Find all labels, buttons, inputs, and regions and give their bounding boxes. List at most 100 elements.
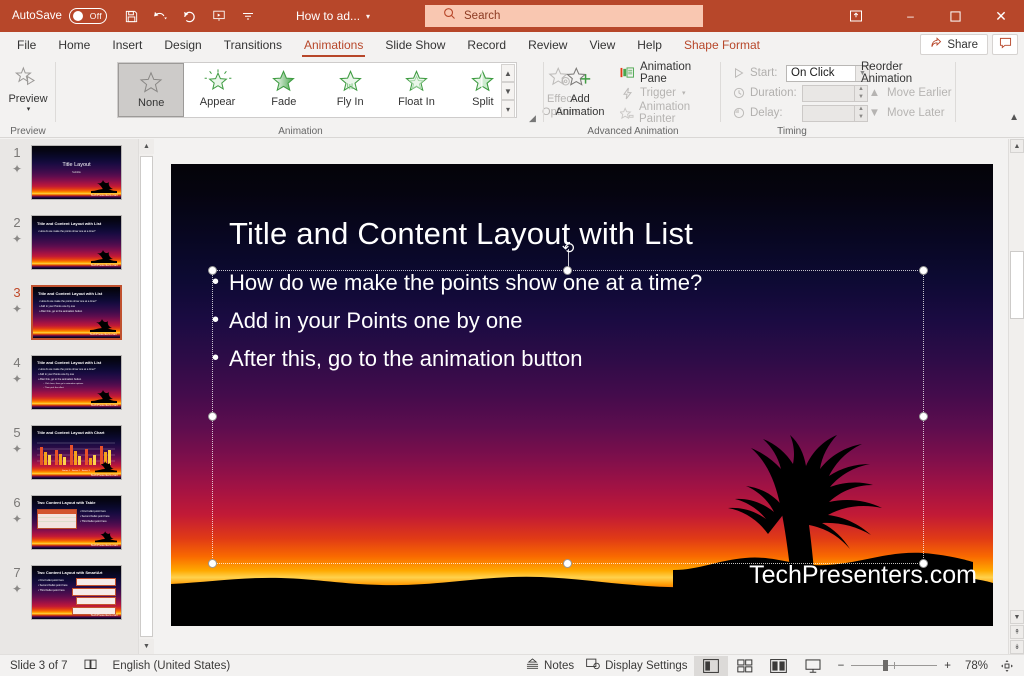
zoom-slider[interactable] — [851, 660, 938, 671]
close-button[interactable]: ✕ — [978, 0, 1024, 32]
thumbnail-image: Two Content Layout with SmartArt • First… — [31, 565, 122, 620]
thumbnail-slide-2[interactable]: 2 ✦ Title and Content Layout with List •… — [0, 213, 138, 283]
animation-star-icon[interactable]: ✦ — [6, 512, 28, 526]
slide-title[interactable]: Title and Content Layout with List — [229, 216, 929, 252]
preview-button[interactable]: Preview ▾ — [0, 58, 56, 114]
animation-star-icon[interactable]: ✦ — [6, 372, 28, 386]
zoom-level-label[interactable]: 78% — [958, 660, 988, 672]
zoom-slider-knob[interactable] — [883, 660, 889, 671]
tab-design[interactable]: Design — [153, 32, 212, 58]
animation-star-icon[interactable]: ✦ — [6, 162, 28, 176]
thumbnail-slide-7[interactable]: 7 ✦ Two Content Layout with SmartArt • F… — [0, 563, 138, 633]
scrollbar-thumb[interactable] — [1010, 251, 1024, 319]
fit-slide-to-window-icon[interactable] — [996, 659, 1018, 673]
search-box[interactable]: Search — [425, 5, 703, 27]
tab-slide-show[interactable]: Slide Show — [374, 32, 456, 58]
tab-animations[interactable]: Animations — [293, 32, 374, 58]
resize-handle-bottom-left[interactable] — [208, 559, 217, 568]
display-settings-button[interactable]: Display Settings — [580, 656, 693, 676]
chevron-down-icon[interactable]: ▾ — [366, 12, 370, 21]
gallery-expand-icon[interactable]: ▾ — [501, 100, 515, 118]
view-normal-button[interactable] — [693, 655, 728, 676]
thumbnail-image: Two Content Layout with Table • First bu… — [31, 495, 122, 550]
previous-slide-icon[interactable]: ↟ — [1010, 625, 1024, 639]
scroll-down-icon[interactable]: ▼ — [1010, 610, 1024, 624]
animation-fly-in[interactable]: Fly In — [317, 63, 383, 117]
preview-chevron-down-icon[interactable]: ▾ — [27, 106, 31, 114]
language-label[interactable]: English (United States) — [113, 660, 231, 672]
notes-button[interactable]: Notes — [520, 656, 580, 676]
share-button[interactable]: Share — [920, 34, 988, 55]
resize-handle-top-left[interactable] — [208, 266, 217, 275]
slide-counter[interactable]: Slide 3 of 7 — [10, 660, 68, 672]
view-slide-show-button[interactable] — [796, 656, 830, 676]
animation-appear[interactable]: Appear — [184, 63, 250, 117]
animation-pane-button[interactable]: Animation Pane — [617, 61, 721, 85]
resize-handle-top-center[interactable] — [563, 266, 572, 275]
tab-help[interactable]: Help — [626, 32, 673, 58]
next-slide-icon[interactable]: ↡ — [1010, 640, 1024, 654]
zoom-control[interactable]: − + 78% — [830, 660, 996, 672]
tab-home[interactable]: Home — [47, 32, 101, 58]
animation-star-icon[interactable]: ✦ — [6, 582, 28, 596]
animation-star-icon[interactable]: ✦ — [6, 442, 28, 456]
resize-handle-middle-left[interactable] — [208, 412, 217, 421]
gallery-scroll-up-icon[interactable]: ▲ — [501, 64, 515, 82]
tab-shape-format[interactable]: Shape Format — [673, 32, 771, 58]
document-title-area[interactable]: How to ad... ▾ — [296, 0, 370, 32]
slide-thumbnail-pane[interactable]: 1 ✦ Title Layout Subtitle TechPresenters… — [0, 139, 138, 654]
tab-review[interactable]: Review — [517, 32, 578, 58]
scroll-up-icon[interactable]: ▲ — [139, 139, 154, 154]
zoom-in-button[interactable]: + — [944, 660, 951, 672]
view-slide-sorter-button[interactable] — [728, 656, 762, 676]
maximize-button[interactable] — [933, 0, 978, 32]
scroll-down-icon[interactable]: ▼ — [139, 639, 154, 654]
add-animation-button[interactable]: Add Animation — [547, 58, 613, 118]
zoom-out-button[interactable]: − — [838, 660, 845, 672]
thumbnail-slide-1[interactable]: 1 ✦ Title Layout Subtitle TechPresenters… — [0, 143, 138, 213]
ribbon-display-options-icon[interactable] — [836, 0, 876, 32]
animation-star-icon[interactable]: ✦ — [6, 302, 28, 316]
minimize-button[interactable]: – — [888, 0, 933, 32]
current-slide[interactable]: Title and Content Layout with List • How… — [171, 164, 993, 626]
canvas-scrollbar[interactable]: ▲ ▼ ↟ ↡ — [1008, 139, 1024, 654]
animation-none[interactable]: None — [118, 63, 185, 117]
start-slideshow-icon[interactable] — [206, 4, 232, 28]
resize-handle-top-right[interactable] — [919, 266, 928, 275]
tab-file[interactable]: File — [6, 32, 47, 58]
scroll-up-icon[interactable]: ▲ — [1010, 139, 1024, 153]
thumbnail-slide-6[interactable]: 6 ✦ Two Content Layout with Table • Firs… — [0, 493, 138, 563]
comments-button[interactable] — [992, 34, 1018, 55]
selection-frame[interactable]: ⟲ — [208, 240, 928, 568]
start-field-row[interactable]: Start: On Click ▼ — [728, 63, 870, 83]
redo-icon[interactable] — [177, 4, 203, 28]
thumbnail-slide-3[interactable]: 3 ✦ Title and Content Layout with List •… — [0, 283, 138, 353]
animation-dialog-launcher-icon[interactable]: ◢ — [527, 113, 538, 124]
collapse-ribbon-icon[interactable]: ▲ — [1009, 112, 1019, 123]
tab-record[interactable]: Record — [456, 32, 517, 58]
resize-handle-bottom-center[interactable] — [563, 559, 572, 568]
gallery-scroll-buttons[interactable]: ▲ ▼ ▾ — [501, 64, 515, 118]
accessibility-icon[interactable] — [84, 658, 97, 673]
tab-insert[interactable]: Insert — [101, 32, 153, 58]
scrollbar-thumb[interactable] — [140, 156, 153, 637]
rotate-handle[interactable]: ⟲ — [560, 240, 576, 257]
thumbnail-scrollbar[interactable]: ▲ ▼ — [138, 139, 154, 654]
autosave-toggle[interactable]: AutoSave Off — [12, 8, 107, 24]
animation-float-in[interactable]: Float In — [383, 63, 449, 117]
start-select[interactable]: On Click ▼ — [786, 64, 870, 82]
animation-star-icon[interactable]: ✦ — [6, 232, 28, 246]
animation-fade[interactable]: Fade — [251, 63, 317, 117]
tab-view[interactable]: View — [578, 32, 626, 58]
tab-transitions[interactable]: Transitions — [213, 32, 293, 58]
resize-handle-middle-right[interactable] — [919, 412, 928, 421]
view-reading-button[interactable] — [762, 656, 796, 676]
customize-quick-access-icon[interactable] — [235, 4, 261, 28]
thumbnail-slide-5[interactable]: 5 ✦ Title and Content Layout with Chart … — [0, 423, 138, 493]
gallery-scroll-down-icon[interactable]: ▼ — [501, 82, 515, 100]
undo-icon[interactable] — [148, 4, 174, 28]
autosave-switch[interactable]: Off — [68, 8, 107, 24]
thumbnail-slide-4[interactable]: 4 ✦ Title and Content Layout with List •… — [0, 353, 138, 423]
save-icon[interactable] — [119, 4, 145, 28]
animation-gallery[interactable]: None Appear Fade Fly In Float In Split ▲… — [117, 62, 517, 118]
